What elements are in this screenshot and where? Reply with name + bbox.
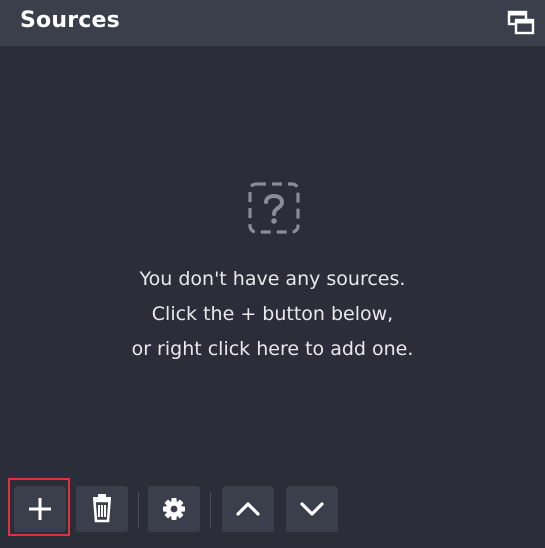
undock-icon bbox=[507, 10, 535, 35]
source-properties-button[interactable] bbox=[148, 486, 200, 532]
chevron-up-icon bbox=[236, 502, 260, 516]
sources-toolbar bbox=[0, 476, 545, 548]
plus-icon bbox=[29, 498, 51, 520]
sources-list-empty[interactable]: You don't have any sources. Click the + … bbox=[0, 46, 545, 476]
toolbar-separator bbox=[138, 492, 139, 528]
add-source-button[interactable] bbox=[14, 486, 66, 532]
dock-titlebar: Sources bbox=[0, 0, 545, 46]
trash-icon bbox=[93, 494, 111, 523]
question-mark-icon bbox=[248, 182, 300, 234]
move-source-down-button[interactable] bbox=[286, 486, 338, 532]
empty-state-message: You don't have any sources. Click the + … bbox=[0, 262, 545, 367]
chevron-down-icon bbox=[300, 502, 324, 516]
empty-state-line-1: You don't have any sources. bbox=[139, 268, 406, 290]
gear-icon bbox=[163, 498, 185, 520]
empty-state-line-3: or right click here to add one. bbox=[131, 338, 414, 360]
dock-title: Sources bbox=[20, 8, 120, 33]
sources-dock: Sources You don't have any sources. Clic… bbox=[0, 0, 545, 548]
remove-source-button[interactable] bbox=[76, 486, 128, 532]
move-source-up-button[interactable] bbox=[222, 486, 274, 532]
toolbar-separator bbox=[210, 492, 211, 528]
undock-button[interactable] bbox=[507, 10, 535, 36]
empty-state-line-2: Click the + button below, bbox=[151, 303, 394, 325]
